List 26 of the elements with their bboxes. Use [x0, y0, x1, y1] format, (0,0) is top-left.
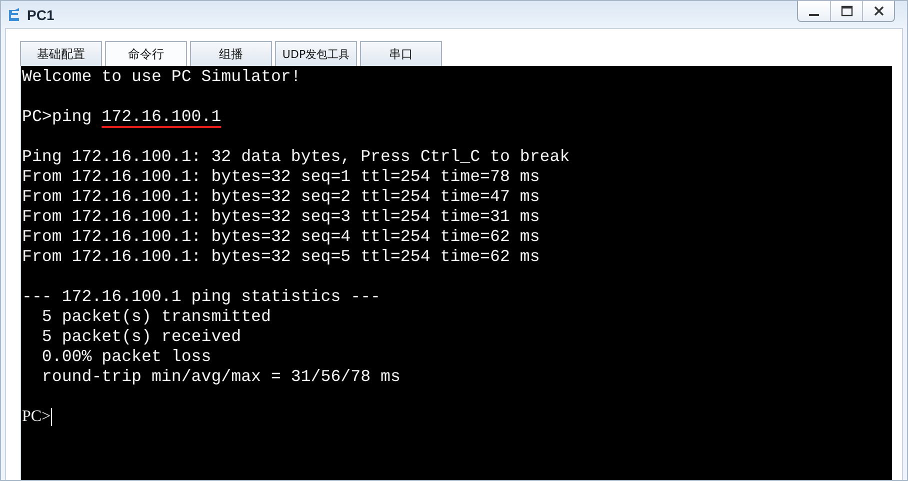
tab[interactable]: UDP发包工具: [275, 41, 357, 66]
ip-address: 172.16.100.1: [102, 107, 222, 127]
text-cursor: [50, 408, 52, 426]
terminal-line: Welcome to use PC Simulator!: [22, 67, 301, 87]
terminal-line: 5 packet(s) received: [40, 327, 242, 347]
command-prompt: PC>ping: [22, 107, 93, 127]
terminal-line: From 172.16.100.1: bytes=32 seq=1 ttl=254 time=78 ms: [22, 167, 540, 187]
terminal-line: 5 packet(s) transmitted: [40, 307, 271, 327]
terminal-line: Ping 172.16.100.1: 32 data bytes, Press Ctrl_C to break: [22, 147, 570, 167]
tab[interactable]: 命令行: [105, 41, 187, 66]
tab[interactable]: 基础配置: [20, 41, 102, 66]
close-icon: [872, 5, 884, 17]
terminal-line: 0.00% packet loss: [40, 347, 212, 367]
terminal-line: --- 172.16.100.1 ping statistics ---: [22, 287, 380, 307]
terminal-line: From 172.16.100.1: bytes=32 seq=2 ttl=254 time=47 ms: [22, 187, 540, 207]
command-prompt: PC>: [22, 407, 51, 427]
terminal-line: round-trip min/avg/max = 31/56/78 ms: [40, 367, 400, 387]
window-title: PC1: [27, 6, 54, 22]
tab[interactable]: 组播: [190, 41, 272, 66]
terminal-console[interactable]: [20, 66, 892, 480]
terminal-line: From 172.16.100.1: bytes=32 seq=3 ttl=254 time=31 ms: [22, 207, 540, 227]
tab[interactable]: 串口: [360, 41, 442, 66]
terminal-line: From 172.16.100.1: bytes=32 seq=5 ttl=254 time=62 ms: [22, 247, 540, 267]
maximize-icon: [840, 5, 852, 17]
terminal-line: From 172.16.100.1: bytes=32 seq=4 ttl=254 time=62 ms: [22, 227, 540, 247]
minimize-icon: [808, 14, 820, 16]
